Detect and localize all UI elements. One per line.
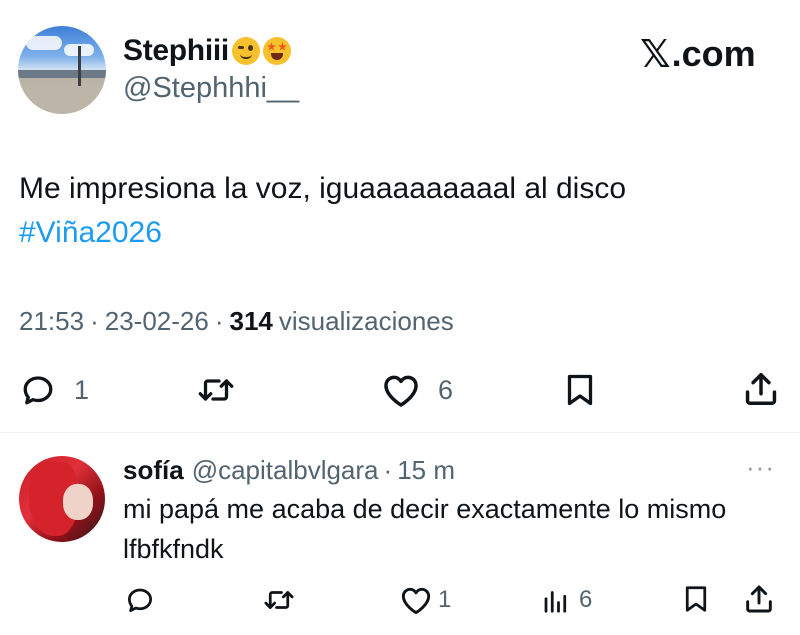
share-icon (742, 370, 780, 408)
reply-like-button[interactable]: 1 (400, 585, 451, 615)
reply-views-button[interactable]: 6 (541, 585, 592, 615)
tweet-date[interactable]: 23-02-26 (105, 306, 209, 337)
avatar-skyline (18, 70, 106, 78)
more-icon[interactable]: ··· (746, 452, 775, 483)
x-brand-mark: 𝕏 (640, 32, 671, 76)
bookmark-button[interactable] (563, 372, 597, 408)
author-name[interactable]: Stephiii (123, 34, 229, 68)
divider (0, 432, 800, 433)
reply-icon (125, 585, 155, 615)
reply-author-handle[interactable]: @capitalbvlgara (192, 455, 379, 486)
meta-separator: · (214, 306, 224, 336)
author-avatar[interactable] (18, 26, 106, 114)
avatar-lamp-post (78, 46, 81, 86)
hashtag-link[interactable]: #Viña2026 (19, 211, 162, 255)
x-logo: 𝕏 .com (640, 32, 756, 76)
author-handle[interactable]: @Stephhhi__ (123, 72, 299, 105)
like-button[interactable]: 6 (382, 372, 453, 408)
star-struck-icon: ★ ★ (262, 37, 291, 65)
reply-retweet-button[interactable] (262, 585, 296, 615)
tweet-text: Me impresiona la voz, iguaaaaaaaaal al d… (19, 172, 627, 205)
winking-face-icon (231, 37, 260, 65)
retweet-button[interactable] (196, 372, 236, 408)
views-icon (541, 585, 571, 615)
share-button[interactable] (742, 370, 780, 408)
retweet-icon (196, 372, 236, 408)
reply-reply-button[interactable] (125, 585, 155, 615)
like-count: 6 (438, 374, 454, 405)
views-count: 314 (229, 306, 273, 336)
reply-views-count: 6 (579, 586, 593, 613)
like-icon (382, 372, 420, 408)
reply-time[interactable]: 15 m (397, 455, 455, 486)
retweet-icon (262, 585, 296, 615)
bookmark-icon (563, 372, 597, 408)
reply-like-count: 1 (438, 586, 452, 613)
tweet-meta: 21:53 · 23-02-26 · 314 visualizaciones (19, 306, 454, 337)
like-icon (400, 585, 432, 615)
reply-separator: · (383, 455, 393, 485)
author-name-row[interactable]: Stephiii ★ ★ (123, 34, 291, 68)
views-label: visualizaciones (278, 306, 454, 336)
reply-text: mi papá me acaba de decir exactamente lo… (123, 494, 727, 564)
avatar-face (63, 484, 93, 520)
reply-count: 1 (74, 374, 90, 405)
avatar-road (18, 84, 106, 114)
reply-icon (20, 372, 56, 408)
reply-author-name[interactable]: sofía (123, 455, 184, 486)
tweet-time[interactable]: 21:53 (19, 306, 84, 337)
reply-author-avatar[interactable] (19, 456, 105, 542)
reply-bookmark-button[interactable] (682, 584, 710, 614)
reply-header: sofía @capitalbvlgara · 15 m (123, 455, 455, 486)
bookmark-icon (682, 584, 710, 614)
reply-share-button[interactable] (743, 583, 775, 615)
reply-button[interactable]: 1 (20, 372, 89, 408)
avatar-cloud (26, 36, 62, 50)
share-icon (743, 583, 775, 615)
meta-separator: · (90, 306, 99, 336)
x-brand-suffix: .com (671, 33, 756, 74)
